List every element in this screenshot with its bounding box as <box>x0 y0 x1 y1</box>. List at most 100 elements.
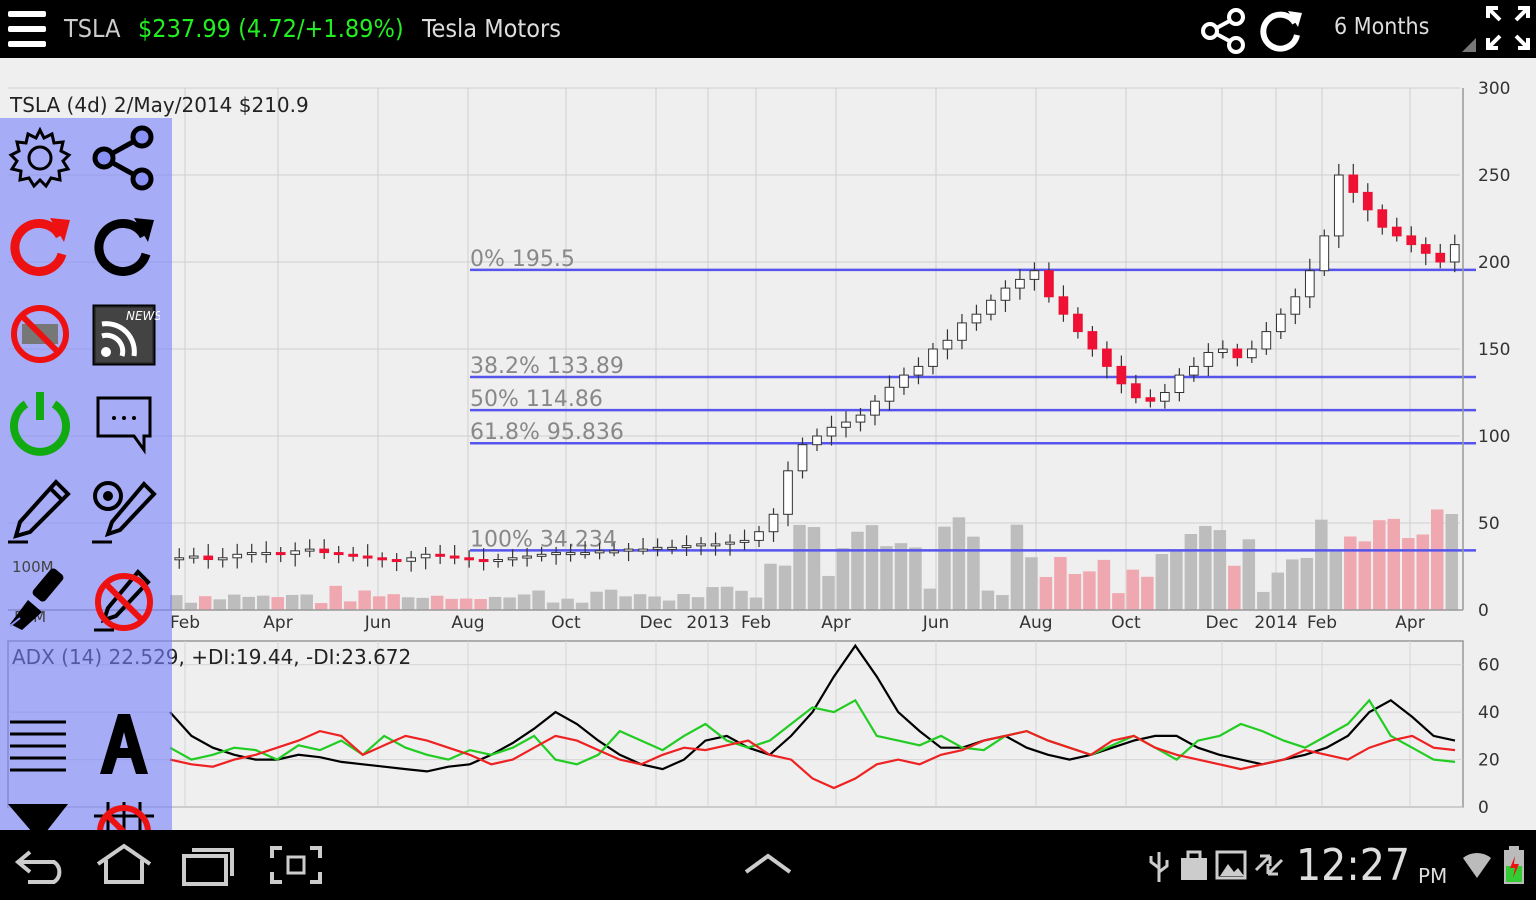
company-name: Tesla Motors <box>422 14 561 43</box>
candle-body <box>739 539 750 543</box>
candle-body <box>797 444 808 472</box>
wifi-icon <box>1460 846 1494 882</box>
system-nav-bar: 12:27 PM <box>0 830 1536 900</box>
price-x-tick: Apr <box>821 613 850 633</box>
home-icon[interactable] <box>94 842 154 886</box>
candle-body <box>406 557 417 562</box>
lines-button[interactable] <box>4 708 76 780</box>
candle-body <box>464 557 474 561</box>
bag-icon <box>1178 848 1210 882</box>
candle-body <box>1435 252 1446 263</box>
power-icon <box>10 392 70 456</box>
volume-bar <box>1126 569 1140 610</box>
candle-body <box>855 414 866 423</box>
draw-target-button[interactable] <box>88 474 160 546</box>
candle-body <box>565 552 576 556</box>
candle-body <box>304 548 315 552</box>
volume-bar <box>445 598 458 610</box>
chart-canvas[interactable]: 0% 195.5 38.2% 133.89 50% 114.86 61.8% 95.8… <box>0 58 1536 830</box>
share-icon[interactable] <box>1198 6 1250 56</box>
refresh-red-icon <box>10 218 70 276</box>
volume-bar <box>1010 524 1024 610</box>
chart-area[interactable]: 0% 195.5 38.2% 133.89 50% 114.86 61.8% 95.8… <box>0 58 1536 862</box>
volume-bar <box>1054 556 1067 610</box>
brush-button[interactable] <box>4 562 76 634</box>
remove-ads-button[interactable] <box>4 298 76 370</box>
top-bar: TSLA $237.99 (4.72/+1.89%) Tesla Motors … <box>0 0 1536 58</box>
refresh-icon[interactable] <box>1256 5 1306 55</box>
volume-bar <box>343 601 357 610</box>
volume-bar <box>300 594 313 610</box>
volume-bar <box>1112 593 1125 610</box>
candle-body <box>333 552 344 556</box>
candle-body <box>275 552 286 556</box>
menu-icon[interactable] <box>6 8 48 50</box>
news-button[interactable]: NEWS <box>88 298 162 370</box>
volume-bar <box>793 524 806 610</box>
candle-body <box>1160 392 1170 402</box>
volume-bar <box>1039 576 1053 610</box>
candle-body <box>1275 313 1286 333</box>
volume-bar <box>880 546 893 610</box>
volume-bar <box>1170 550 1183 610</box>
volume-bar <box>851 531 864 610</box>
comment-button[interactable] <box>88 386 160 458</box>
candle-body <box>942 339 953 350</box>
candle-body <box>1029 270 1040 280</box>
volume-bar <box>865 525 879 610</box>
candle-body <box>1319 235 1330 272</box>
back-icon[interactable] <box>14 844 70 886</box>
volume-bar <box>430 595 444 610</box>
price-x-tick: Jun <box>364 613 392 633</box>
recent-apps-icon[interactable] <box>180 844 236 886</box>
price-x-ticks: Feb Apr Jun Aug Oct Dec 2013 Feb Apr Jun Aug Oct Dec… <box>170 613 1425 633</box>
candle-body <box>580 552 590 556</box>
candle-body <box>638 548 648 552</box>
price-y-tick: 150 <box>1478 340 1510 360</box>
price-y-tick: 300 <box>1478 79 1510 99</box>
auto-refresh-button[interactable] <box>4 210 76 282</box>
price-y-tick: 100 <box>1478 427 1510 447</box>
share-button[interactable] <box>88 122 160 194</box>
volume-bar <box>314 603 328 610</box>
clear-drawings-button[interactable] <box>88 562 160 634</box>
candle-body <box>1246 348 1257 359</box>
volume-bar <box>532 590 545 610</box>
candle-body <box>899 374 909 388</box>
volume-bar <box>1387 518 1401 610</box>
up-chevron-icon[interactable] <box>740 850 796 880</box>
period-dropdown[interactable]: 6 Months <box>1326 6 1476 52</box>
price-chart-header: TSLA (4d) 2/May/2014 $210.9 <box>9 93 309 117</box>
usb-icon <box>1148 848 1170 884</box>
power-button[interactable] <box>4 386 76 458</box>
volume-bar <box>1431 509 1444 610</box>
text-button[interactable] <box>88 708 160 780</box>
price-x-tick: Feb <box>741 613 771 633</box>
draw-target-icon <box>92 481 157 544</box>
volume-bar <box>778 565 792 610</box>
volume-bar <box>1199 525 1212 610</box>
candle-body <box>594 550 605 554</box>
draw-button[interactable] <box>4 474 76 546</box>
volume-bar <box>706 587 719 610</box>
candle-body <box>1102 348 1112 367</box>
candle-body <box>1015 278 1025 289</box>
share-icon <box>92 125 154 191</box>
candle-body <box>957 322 967 341</box>
candles <box>174 163 1460 572</box>
volume-bar <box>198 596 212 610</box>
volume-bar <box>256 595 270 610</box>
candle-body <box>1348 174 1359 193</box>
refresh-button[interactable] <box>88 210 160 282</box>
refresh-icon <box>94 218 154 276</box>
price-x-tick: Aug <box>451 613 484 633</box>
volume-bar <box>329 585 342 610</box>
candle-body <box>1232 348 1243 359</box>
candle-body <box>217 557 228 561</box>
fullscreen-icon[interactable] <box>1484 4 1532 52</box>
price-x-tick: Feb <box>170 613 200 633</box>
candle-body <box>1073 313 1083 333</box>
tool-panel: 100M 50M NEWS <box>0 118 172 862</box>
settings-button[interactable] <box>4 122 76 194</box>
screenshot-icon[interactable] <box>268 844 324 886</box>
